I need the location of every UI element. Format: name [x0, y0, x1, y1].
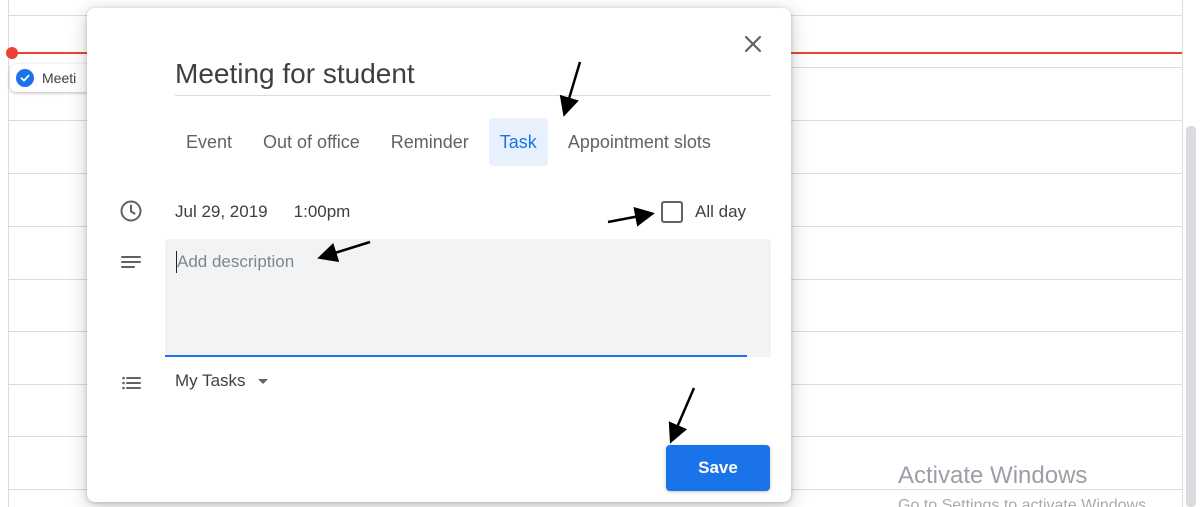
date-text[interactable]: Jul 29, 2019	[175, 202, 268, 222]
tab-event[interactable]: Event	[175, 118, 243, 166]
watermark-subtitle: Go to Settings to activate Windows.	[898, 497, 1151, 507]
watermark-title: Activate Windows	[898, 462, 1088, 489]
task-list-label: My Tasks	[175, 371, 246, 390]
all-day-label: All day	[695, 202, 747, 221]
close-icon	[744, 35, 762, 53]
notes-icon	[118, 250, 144, 276]
check-circle-icon	[16, 69, 34, 87]
windows-activation-watermark: Activate Windows Go to Settings to activ…	[898, 462, 1204, 507]
list-icon	[118, 370, 144, 396]
clock-icon	[118, 198, 144, 224]
save-button[interactable]: Save	[666, 445, 770, 491]
caret-down-icon	[257, 378, 268, 384]
event-type-tabs: Event Out of office Reminder Task Appoin…	[175, 118, 731, 166]
scrollbar[interactable]	[1186, 126, 1196, 507]
title-text: Meeting for student	[175, 58, 415, 89]
task-dialog: Meeting for student Event Out of office …	[87, 8, 791, 502]
all-day-checkbox[interactable]	[661, 201, 683, 223]
description-placeholder: Add description	[177, 252, 295, 271]
tab-appointment-slots[interactable]: Appointment slots	[557, 118, 722, 166]
tab-reminder[interactable]: Reminder	[380, 118, 480, 166]
title-input[interactable]: Meeting for student	[175, 54, 771, 96]
task-list-dropdown[interactable]: My Tasks	[175, 371, 268, 391]
grid-column-line	[8, 0, 9, 507]
time-text[interactable]: 1:00pm	[294, 202, 351, 222]
grid-column-line	[1182, 0, 1183, 507]
current-time-dot	[6, 47, 18, 59]
tab-out-of-office[interactable]: Out of office	[252, 118, 371, 166]
calendar-event-chip[interactable]: Meeti	[10, 64, 96, 92]
tab-task[interactable]: Task	[488, 118, 548, 166]
event-chip-label: Meeti	[42, 70, 77, 86]
date-time-row[interactable]: Jul 29, 2019 1:00pm	[175, 198, 350, 226]
description-focus-underline	[165, 355, 747, 357]
all-day-toggle[interactable]: All day	[661, 201, 746, 223]
